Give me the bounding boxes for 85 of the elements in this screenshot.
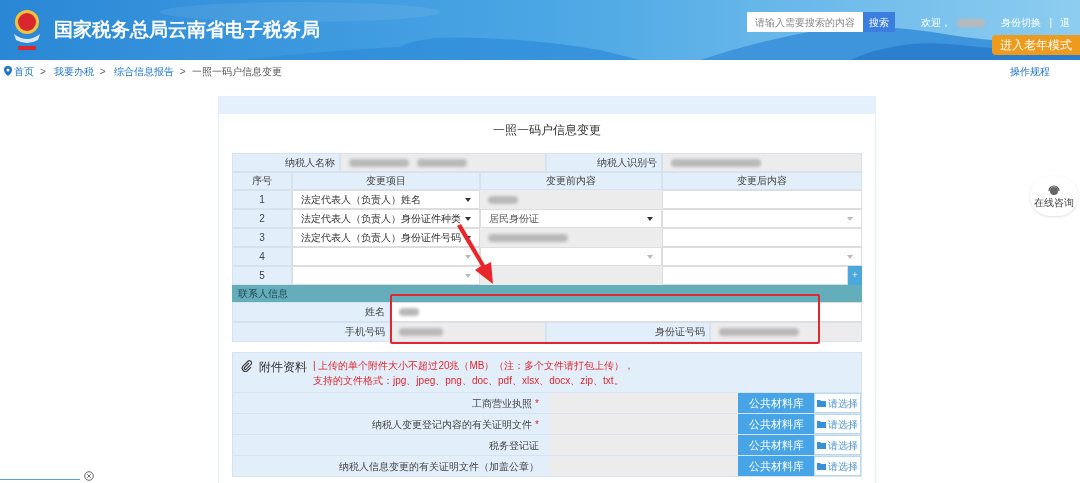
headset-icon	[1048, 184, 1060, 196]
separator: |	[1049, 15, 1052, 30]
choose-file-button[interactable]: 请选择	[814, 435, 861, 455]
field-label: 姓名	[232, 302, 390, 322]
blurred-text	[488, 195, 518, 204]
blurred-text	[417, 158, 467, 167]
material-library-button[interactable]: 公共材料库	[738, 393, 814, 413]
form-title: 一照一码户信息变更	[492, 122, 602, 139]
folder-icon	[817, 441, 826, 449]
select-value: 法定代表人（负责人）身份证件种类	[301, 212, 461, 226]
close-icon[interactable]	[84, 471, 94, 481]
folder-icon	[817, 462, 826, 470]
section-heading: 联系人信息	[238, 287, 288, 301]
blurred-text	[349, 158, 409, 167]
location-pin-icon	[4, 66, 12, 76]
select-field[interactable]: 法定代表人（负责人）身份证件号码	[292, 228, 480, 247]
paperclip-icon	[241, 360, 253, 372]
select-field[interactable]: 法定代表人（负责人）身份证件种类	[292, 209, 480, 228]
breadcrumb-link[interactable]: 首页	[14, 63, 34, 79]
upload-notice: | 上传的单个附件大小不超过20兆（MB）（注：多个文件请打包上传），支持的文件格式：jpg、jpeg、png、doc、pdf、xlsx、docx、zip、txt。	[313, 359, 636, 388]
field-label: 纳税人识别号	[546, 153, 662, 172]
caret-icon	[847, 216, 853, 221]
switch-identity-link[interactable]: 身份切换	[1001, 14, 1042, 30]
select-field[interactable]	[662, 247, 862, 266]
select-field[interactable]	[480, 247, 662, 266]
material-library-button[interactable]: 公共材料库	[738, 456, 814, 476]
blurred-text	[399, 328, 443, 336]
select-field[interactable]: 法定代表人（负责人）姓名	[292, 190, 480, 209]
row-number: 4	[232, 247, 292, 266]
column-header: 变更前内容	[480, 172, 662, 190]
welcome-text: 欢迎，	[921, 15, 952, 30]
field-label: 纳税人名称	[232, 153, 340, 172]
attachment-label: 纳税人信息变更的有关证明文件（加盖公章）	[339, 459, 539, 474]
row-number: 2	[232, 209, 292, 228]
caret-icon	[847, 254, 853, 259]
help-link[interactable]: 操作规程	[1010, 63, 1050, 79]
choose-file-button[interactable]: 请选择	[814, 456, 861, 476]
caret-icon	[465, 216, 471, 221]
caret-icon	[647, 254, 653, 259]
breadcrumb-link[interactable]: 我要办税	[53, 63, 94, 79]
add-button[interactable]: +	[848, 266, 862, 285]
breadcrumb-separator: >	[99, 64, 106, 79]
select-field[interactable]: 居民身份证	[480, 209, 662, 228]
blurred-text	[957, 19, 986, 27]
section-title: 附件资料	[259, 359, 307, 376]
search-field[interactable]: 请输入需要搜索的内容	[747, 12, 864, 32]
column-header: 变更项目	[292, 172, 480, 190]
caret-icon	[647, 216, 653, 221]
folder-icon	[817, 420, 826, 428]
search-button[interactable]: 搜索	[863, 12, 896, 32]
material-library-button[interactable]: 公共材料库	[738, 435, 814, 455]
field-label: 手机号码	[232, 322, 390, 342]
blurred-text	[399, 308, 419, 316]
material-library-button[interactable]: 公共材料库	[738, 414, 814, 434]
choose-file-button[interactable]: 请选择	[814, 414, 861, 434]
breadcrumb-link[interactable]: 综合信息报告	[113, 63, 174, 79]
select-field[interactable]	[662, 209, 862, 228]
online-consult-button[interactable]: 在线咨询	[1030, 176, 1078, 216]
site-title: 国家税务总局云南省电子税务局	[54, 17, 320, 42]
attachment-label: 工商营业执照	[472, 396, 533, 411]
row-number: 3	[232, 228, 292, 247]
required-mark: *	[535, 396, 539, 411]
select-field[interactable]	[292, 247, 480, 266]
breadcrumb-separator: >	[40, 64, 46, 79]
select-value: 法定代表人（负责人）姓名	[301, 193, 421, 207]
caret-icon	[465, 197, 471, 202]
row-number: 1	[232, 190, 292, 209]
choose-file-button[interactable]: 请选择	[814, 393, 861, 413]
column-header: 变更后内容	[662, 172, 862, 190]
attachment-label: 纳税人变更登记内容的有关证明文件	[372, 417, 533, 432]
row-number: 5	[232, 266, 292, 285]
column-header: 序号	[232, 172, 292, 190]
breadcrumb-separator: >	[179, 64, 186, 79]
consult-label: 在线咨询	[1034, 197, 1074, 208]
select-field[interactable]	[292, 266, 480, 285]
field-label: 身份证号码	[546, 322, 710, 342]
select-value: 法定代表人（负责人）身份证件号码	[301, 231, 461, 245]
caret-icon	[465, 273, 471, 278]
breadcrumb-current: 一照一码户信息变更	[191, 64, 282, 79]
attachment-label: 税务登记证	[489, 438, 539, 453]
folder-icon	[817, 399, 826, 407]
caret-icon	[465, 254, 471, 259]
required-mark: *	[535, 417, 539, 432]
select-value: 居民身份证	[489, 212, 539, 226]
elder-mode-button[interactable]: 进入老年模式	[992, 35, 1080, 55]
